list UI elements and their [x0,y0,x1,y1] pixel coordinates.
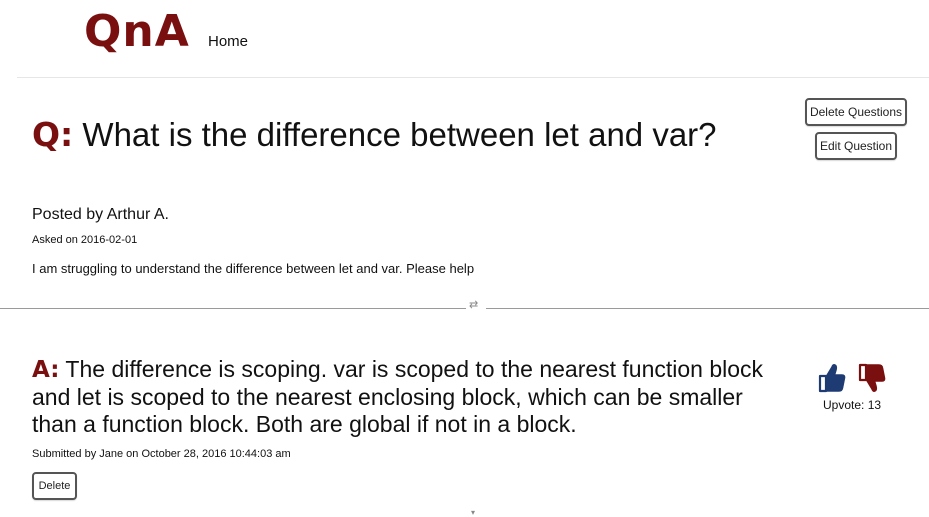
question-date: Asked on 2016-02-01 [32,234,138,246]
nav-home-link[interactable]: Home [208,33,248,50]
answer-text: A: The difference is scoping. var is sco… [32,356,792,438]
question-marker: Q: [32,115,74,154]
answer-marker: A: [32,357,60,383]
vote-panel: Upvote: 13 [815,362,895,412]
section-divider-left [0,308,466,309]
thumbs-down-icon[interactable] [857,362,887,394]
question-body: I am struggling to understand the differ… [32,261,475,276]
divider-ornament-icon: ⇄ [469,299,479,311]
nav-divider [17,77,929,78]
delete-answer-button[interactable]: Delete [32,472,77,500]
answer-meta: Submitted by Jane on October 28, 2016 10… [32,448,291,460]
qna-logo[interactable]: QnA [84,2,190,62]
question-title: Q: What is the difference between let an… [32,117,732,153]
thumbs-up-icon[interactable] [817,362,847,394]
upvote-count: Upvote: 13 [823,398,882,412]
answer-body: The difference is scoping. var is scoped… [32,356,764,437]
bottom-divider-icon: ▾ [471,508,476,517]
navbar: QnA Home [0,0,929,78]
delete-questions-button[interactable]: Delete Questions [805,98,907,126]
edit-question-button[interactable]: Edit Question [815,132,897,160]
question-author: Posted by Arthur A. [32,206,169,223]
question-title-text: What is the difference between let and v… [82,116,717,153]
section-divider-right [486,308,929,309]
